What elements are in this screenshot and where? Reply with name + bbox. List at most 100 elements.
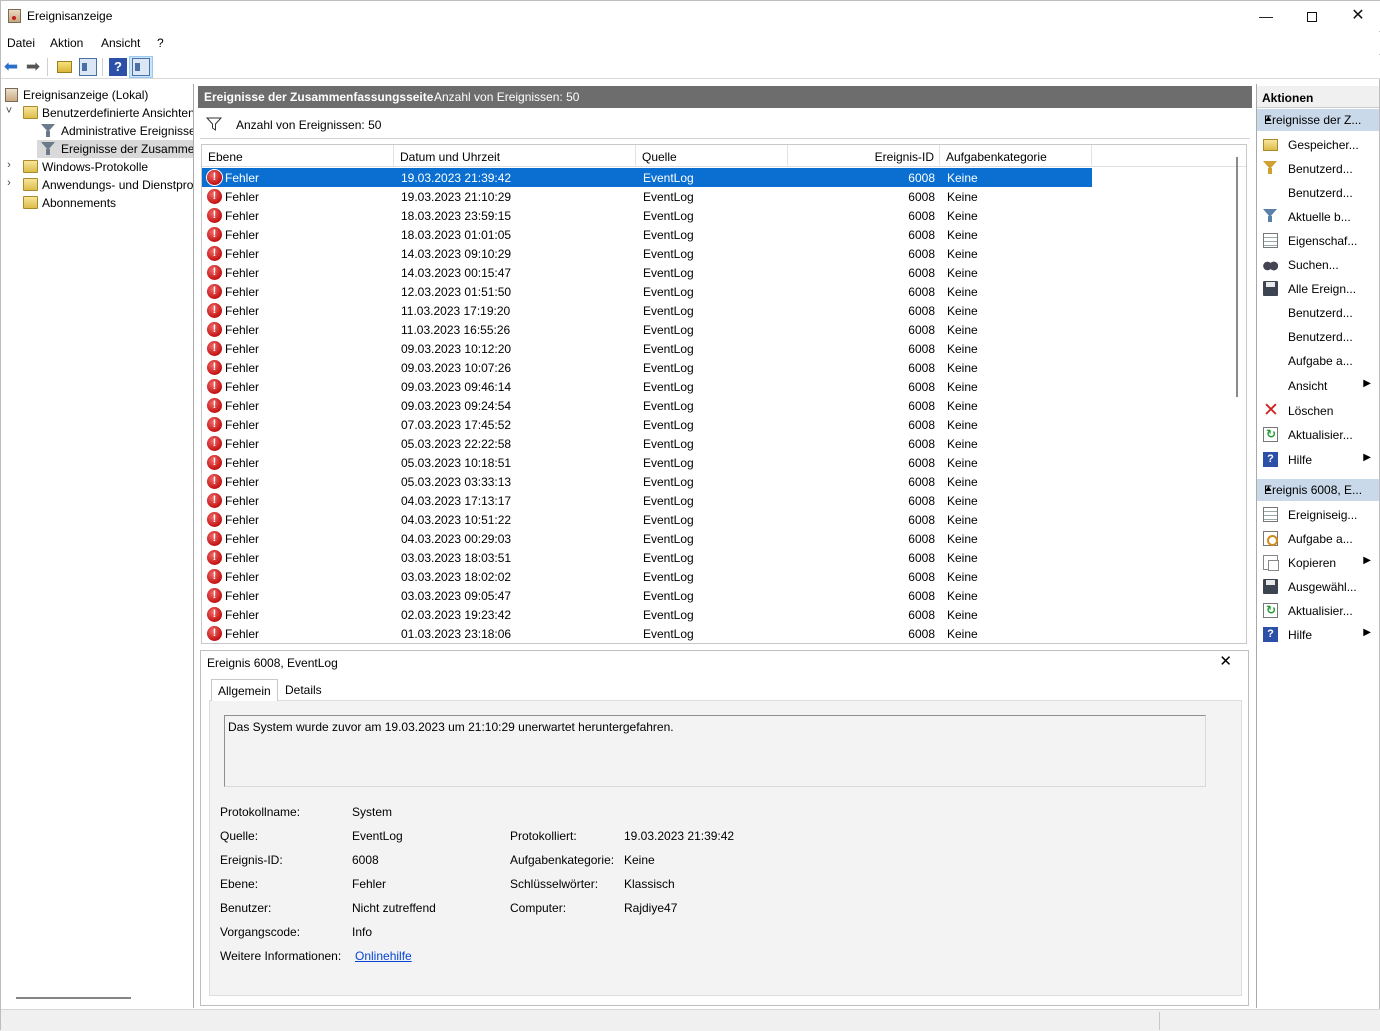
chevron-right-icon[interactable]: › <box>3 159 15 171</box>
table-row[interactable]: ! Fehler 04.03.2023 00:29:03 EventLog 6008 Ke… <box>202 529 1092 548</box>
table-row[interactable]: ! Fehler 03.03.2023 18:02:02 EventLog 6008 Ke… <box>202 567 1092 586</box>
chevron-right-icon[interactable]: › <box>3 177 15 189</box>
maximize-button[interactable] <box>1289 1 1335 31</box>
action-copy-2[interactable]: Kopieren ▶ <box>1257 552 1379 574</box>
cell-task-category: Keine <box>947 304 978 318</box>
table-row[interactable]: ! Fehler 14.03.2023 00:15:47 EventLog 6008 Ke… <box>202 263 1092 282</box>
cell-source: EventLog <box>643 209 694 223</box>
cell-level: Fehler <box>225 380 260 394</box>
tree-item-subscriptions[interactable]: Abonnements <box>1 194 193 212</box>
tree-item-windows-logs[interactable]: › Windows-Protokolle <box>1 158 193 176</box>
action-pane-icon[interactable] <box>132 58 150 76</box>
online-help-link[interactable]: Onlinehilfe <box>355 949 412 963</box>
action-item-7[interactable]: Benutzerd... <box>1257 302 1379 324</box>
column-header-event-id[interactable]: Ereignis-ID <box>788 145 940 167</box>
status-separator <box>1159 1012 1160 1030</box>
error-icon: ! <box>207 398 222 413</box>
table-row[interactable]: ! Fehler 05.03.2023 10:18:51 EventLog 6008 Ke… <box>202 453 1092 472</box>
event-message-box[interactable]: Das System wurde zuvor am 19.03.2023 um … <box>224 715 1206 787</box>
action-group-view[interactable]: Ereignisse der Z... ▲ <box>1257 109 1379 131</box>
close-window-button[interactable]: ✕ <box>1335 1 1380 31</box>
table-row[interactable]: ! Fehler 05.03.2023 03:33:13 EventLog 6008 Ke… <box>202 472 1092 491</box>
minimize-button[interactable]: — <box>1243 1 1289 31</box>
error-icon: ! <box>207 170 222 185</box>
tree-item-root[interactable]: Ereignisanzeige (Lokal) <box>1 86 193 104</box>
help-icon[interactable]: ? <box>109 58 127 76</box>
up-folder-icon[interactable] <box>57 61 72 73</box>
tree-item-admin-events[interactable]: Administrative Ereignisse <box>1 122 193 140</box>
menu-help[interactable]: ? <box>157 36 164 50</box>
tree-item-custom-views[interactable]: ˅ Benutzerdefinierte Ansichten <box>1 104 193 122</box>
cell-event-id: 6008 <box>908 342 935 356</box>
action-filter-3[interactable]: Aktuelle b... <box>1257 206 1379 228</box>
action-task-1[interactable]: Aufgabe a... <box>1257 528 1379 550</box>
table-row[interactable]: ! Fehler 18.03.2023 23:59:15 EventLog 6008 Ke… <box>202 206 1092 225</box>
column-header-level[interactable]: Ebene <box>202 145 394 167</box>
action-item-2[interactable]: Benutzerd... <box>1257 182 1379 204</box>
action-create-filter-1[interactable]: Benutzerd... <box>1257 158 1379 180</box>
table-row[interactable]: ! Fehler 05.03.2023 22:22:58 EventLog 6008 Ke… <box>202 434 1092 453</box>
collapse-up-icon[interactable]: ▲ <box>1264 113 1371 123</box>
center-pane: Ereignisse der Zusammenfassungsseite Anz… <box>198 84 1252 1008</box>
table-row[interactable]: ! Fehler 09.03.2023 09:24:54 EventLog 6008 Ke… <box>202 396 1092 415</box>
action-properties-4[interactable]: Eigenschaf... <box>1257 230 1379 252</box>
table-row[interactable]: ! Fehler 09.03.2023 10:07:26 EventLog 6008 Ke… <box>202 358 1092 377</box>
table-row[interactable]: ! Fehler 19.03.2023 21:10:29 EventLog 6008 Ke… <box>202 187 1092 206</box>
show-hide-tree-icon[interactable] <box>79 58 97 76</box>
action-help-5[interactable]: ? Hilfe ▶ <box>1257 624 1379 646</box>
action-label: Benutzerd... <box>1288 330 1353 344</box>
action-help-13[interactable]: ? Hilfe ▶ <box>1257 449 1379 471</box>
horizontal-scrollbar[interactable] <box>16 997 131 999</box>
table-row[interactable]: ! Fehler 02.03.2023 19:23:42 EventLog 6008 Ke… <box>202 605 1092 624</box>
action-item-10[interactable]: Ansicht ▶ <box>1257 375 1379 397</box>
table-row[interactable]: ! Fehler 03.03.2023 09:05:47 EventLog 6008 Ke… <box>202 586 1092 605</box>
action-group-event[interactable]: Ereignis 6008, E... ▲ <box>1257 479 1379 501</box>
action-event-properties-0[interactable]: Ereigniseig... <box>1257 504 1379 526</box>
close-detail-button[interactable]: ✕ <box>1219 652 1232 670</box>
field-label: Quelle: <box>220 829 259 843</box>
tree-item-summary-events[interactable]: Ereignisse der Zusammenfassungsseite <box>37 140 193 158</box>
table-row[interactable]: ! Fehler 09.03.2023 10:12:20 EventLog 6008 Ke… <box>202 339 1092 358</box>
table-row[interactable]: ! Fehler 14.03.2023 09:10:29 EventLog 6008 Ke… <box>202 244 1092 263</box>
column-header-source[interactable]: Quelle <box>636 145 788 167</box>
table-row[interactable]: ! Fehler 11.03.2023 17:19:20 EventLog 6008 Ke… <box>202 301 1092 320</box>
collapse-up-icon[interactable]: ▲ <box>1264 483 1371 493</box>
tab-allgemein[interactable]: Allgemein <box>211 679 278 701</box>
error-icon: ! <box>207 474 222 489</box>
tree-item-app-service-logs[interactable]: › Anwendungs- und Dienstprotokolle <box>1 176 193 194</box>
table-row[interactable]: ! Fehler 19.03.2023 21:39:42 EventLog 6008 Ke… <box>202 168 1092 187</box>
cell-task-category: Keine <box>947 342 978 356</box>
action-open-folder-0[interactable]: Gespeicher... <box>1257 134 1379 156</box>
table-row[interactable]: ! Fehler 12.03.2023 01:51:50 EventLog 6008 Ke… <box>202 282 1092 301</box>
table-row[interactable]: ! Fehler 04.03.2023 17:13:17 EventLog 6008 Ke… <box>202 491 1092 510</box>
table-row[interactable]: ! Fehler 18.03.2023 01:01:05 EventLog 6008 Ke… <box>202 225 1092 244</box>
cell-level: Fehler <box>225 361 260 375</box>
action-refresh-12[interactable]: Aktualisier... <box>1257 424 1379 446</box>
forward-arrow-icon[interactable]: ➡ <box>24 58 42 76</box>
back-arrow-icon[interactable]: ⬅ <box>2 58 20 76</box>
table-row[interactable]: ! Fehler 11.03.2023 16:55:26 EventLog 6008 Ke… <box>202 320 1092 339</box>
action-item-9[interactable]: Aufgabe a... <box>1257 350 1379 372</box>
action-label: Benutzerd... <box>1288 306 1353 320</box>
menu-aktion[interactable]: Aktion <box>50 36 83 50</box>
table-row[interactable]: ! Fehler 09.03.2023 09:46:14 EventLog 6008 Ke… <box>202 377 1092 396</box>
action-save-6[interactable]: Alle Ereign... <box>1257 278 1379 300</box>
table-row[interactable]: ! Fehler 03.03.2023 18:03:51 EventLog 6008 Ke… <box>202 548 1092 567</box>
column-header-task-category[interactable]: Aufgabenkategorie <box>940 145 1092 167</box>
table-row[interactable]: ! Fehler 07.03.2023 17:45:52 EventLog 6008 Ke… <box>202 415 1092 434</box>
cell-task-category: Keine <box>947 456 978 470</box>
menu-datei[interactable]: Datei <box>7 36 35 50</box>
chevron-down-icon[interactable]: ˅ <box>3 105 15 117</box>
menu-ansicht[interactable]: Ansicht <box>101 36 140 50</box>
cell-event-id: 6008 <box>908 627 935 641</box>
vertical-scrollbar[interactable] <box>1236 157 1238 397</box>
action-save-3[interactable]: Ausgewähl... <box>1257 576 1379 598</box>
action-refresh-4[interactable]: Aktualisier... <box>1257 600 1379 622</box>
table-row[interactable]: ! Fehler 01.03.2023 23:18:06 EventLog 6008 Ke… <box>202 624 1092 643</box>
table-row[interactable]: ! Fehler 04.03.2023 10:51:22 EventLog 6008 Ke… <box>202 510 1092 529</box>
column-header-datetime[interactable]: Datum und Uhrzeit <box>394 145 636 167</box>
tab-details[interactable]: Details <box>279 679 328 701</box>
action-binoculars-5[interactable]: Suchen... <box>1257 254 1379 276</box>
action-delete-11[interactable]: ✕ Löschen <box>1257 400 1379 422</box>
action-item-8[interactable]: Benutzerd... <box>1257 326 1379 348</box>
